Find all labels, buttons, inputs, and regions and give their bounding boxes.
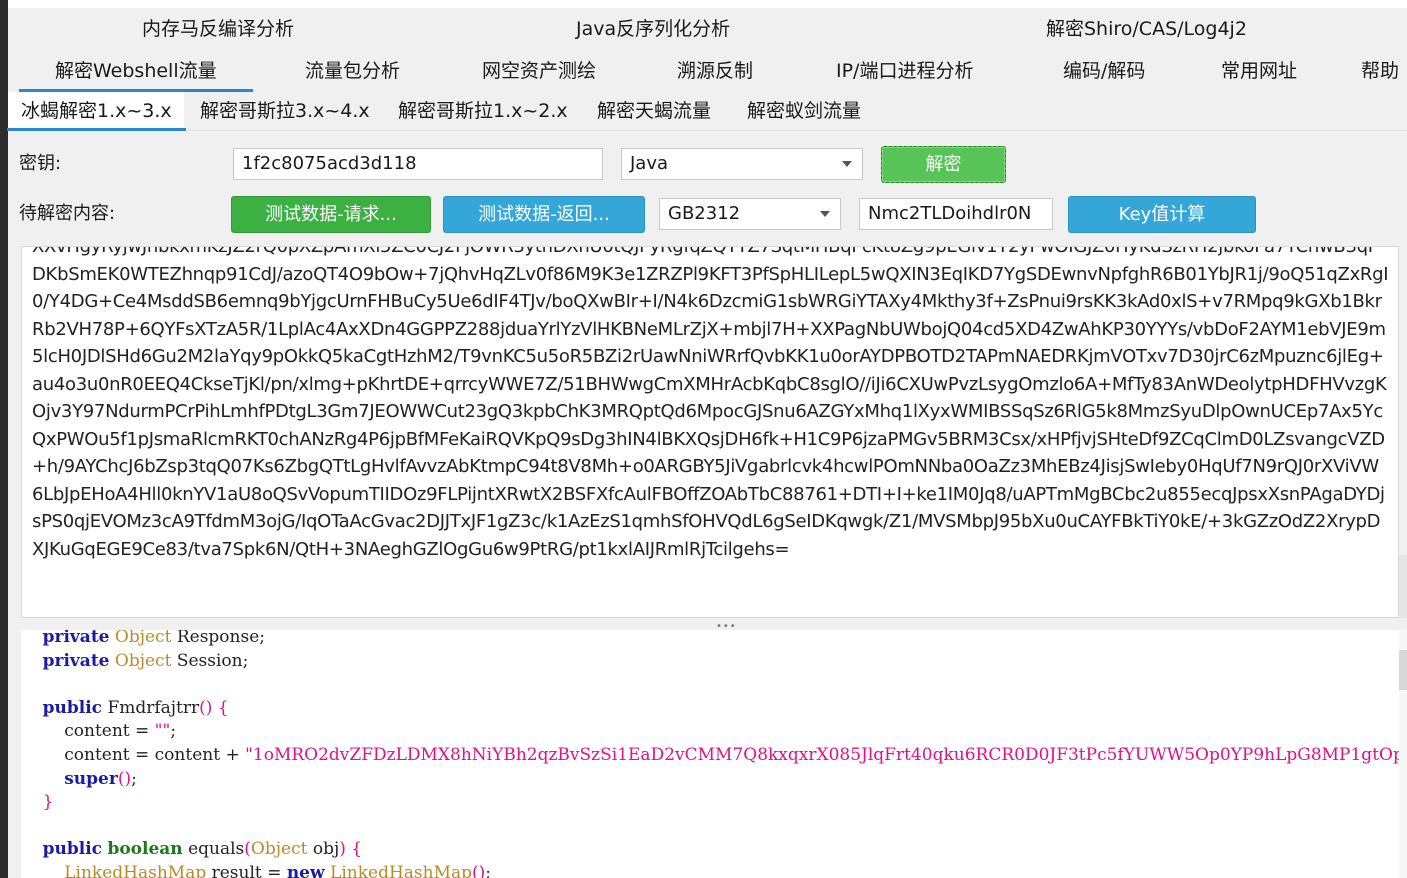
code-token: LinkedHashMap (64, 862, 207, 878)
key-calc-input[interactable]: Nmc2TLDoihdlr0N (859, 198, 1053, 230)
charset-select-value: GB2312 (668, 203, 741, 224)
code-token: new (286, 862, 325, 878)
code-token: Object (114, 630, 172, 647)
subtab-godzilla-1-2[interactable]: 解密哥斯拉1.x~2.x (398, 93, 568, 129)
subtab-antsword[interactable]: 解密蚁剑流量 (747, 93, 861, 129)
tab-asset-mapping[interactable]: 网空资产测绘 (482, 50, 596, 92)
tab-encode-decode[interactable]: 编码/解码 (1063, 50, 1145, 92)
main-menu-row-1: 内存马反编译分析 Java反序列化分析 解密Shiro/CAS/Log4j2 (8, 8, 1407, 50)
key-label: 密钥: (19, 153, 62, 174)
code-token: public (42, 697, 103, 718)
subtab-tianxie[interactable]: 解密天蝎流量 (597, 93, 711, 129)
tab-common-urls[interactable]: 常用网址 (1221, 50, 1297, 92)
language-select-value: Java (630, 153, 669, 174)
tab-decrypt-webshell[interactable]: 解密Webshell流量 (19, 50, 253, 92)
code-token: "" (154, 721, 171, 742)
code-token: LinkedHashMap (330, 862, 473, 878)
code-token: Object (250, 839, 308, 860)
tab-pcap-analysis[interactable]: 流量包分析 (305, 50, 400, 92)
content-label: 待解密内容: (19, 203, 116, 224)
charset-select[interactable]: GB2312 (659, 198, 841, 230)
code-token: private (42, 630, 110, 647)
code-token: content = content + (64, 744, 246, 765)
subtab-godzilla-3-4[interactable]: 解密哥斯拉3.x~4.x (200, 93, 370, 129)
key-calc-button[interactable]: Key值计算 (1068, 196, 1256, 233)
code-token: Object (114, 650, 172, 671)
decrypted-code-panel[interactable]: private Object Response; private Object … (21, 630, 1399, 878)
code-token: super (64, 768, 118, 789)
pane-splitter[interactable]: ••• (8, 618, 1407, 632)
window-left-edge (0, 0, 8, 878)
code-token: content = (64, 721, 155, 742)
subtab-behinder[interactable]: 冰蝎解密1.x~3.x (7, 93, 186, 131)
code-token: Fmdrfajtrr (107, 697, 200, 718)
code-token: boolean (107, 839, 183, 860)
decrypt-button[interactable]: 解密 (881, 146, 1006, 183)
code-token: obj (312, 839, 340, 860)
textarea-scrollbar[interactable] (1399, 555, 1407, 618)
code-token: private (42, 650, 110, 671)
code-token: Session; (176, 650, 249, 671)
tab-traceback[interactable]: 溯源反制 (677, 50, 753, 92)
code-scrollbar[interactable] (1399, 630, 1407, 878)
key-input[interactable]: 1f2c8075acd3d118 (233, 148, 603, 180)
tab-memshell-decompile[interactable]: 内存马反编译分析 (142, 8, 294, 50)
code-token: equals (188, 839, 245, 860)
tab-java-deserialization[interactable]: Java反序列化分析 (576, 8, 730, 50)
code-token: result = (211, 862, 287, 878)
encrypted-content-text: XXvHgyRyjwJhbkxmKzJZ2rQ0pXZpAmXi5ZC0CJ2F… (32, 246, 1389, 560)
tab-ip-port[interactable]: IP/端口进程分析 (836, 50, 973, 92)
code-scrollbar-thumb[interactable] (1399, 650, 1407, 690)
test-response-button[interactable]: 测试数据-返回... (443, 196, 645, 233)
decrypted-code: private Object Response; private Object … (21, 630, 1399, 878)
code-token: Response; (176, 630, 265, 647)
chevron-down-icon (820, 211, 830, 217)
test-request-button[interactable]: 测试数据-请求... (231, 196, 431, 233)
code-token: "1oMRO2dvZFDzLDMX8hNiYBh2qzBvSzSi1EaD2vC… (245, 744, 1399, 765)
window-top-edge (8, 0, 1407, 8)
language-select[interactable]: Java (621, 148, 863, 180)
tab-help[interactable]: 帮助 (1361, 50, 1399, 92)
main-menu-row-2: 解密Webshell流量 流量包分析 网空资产测绘 溯源反制 IP/端口进程分析… (8, 50, 1407, 93)
chevron-down-icon (842, 161, 852, 167)
code-token: public (42, 839, 103, 860)
encrypted-content-textarea[interactable]: XXvHgyRyjwJhbkxmKzJZ2rQ0pXZpAmXi5ZC0CJ2F… (21, 246, 1399, 618)
tab-decrypt-shiro[interactable]: 解密Shiro/CAS/Log4j2 (1046, 8, 1247, 50)
